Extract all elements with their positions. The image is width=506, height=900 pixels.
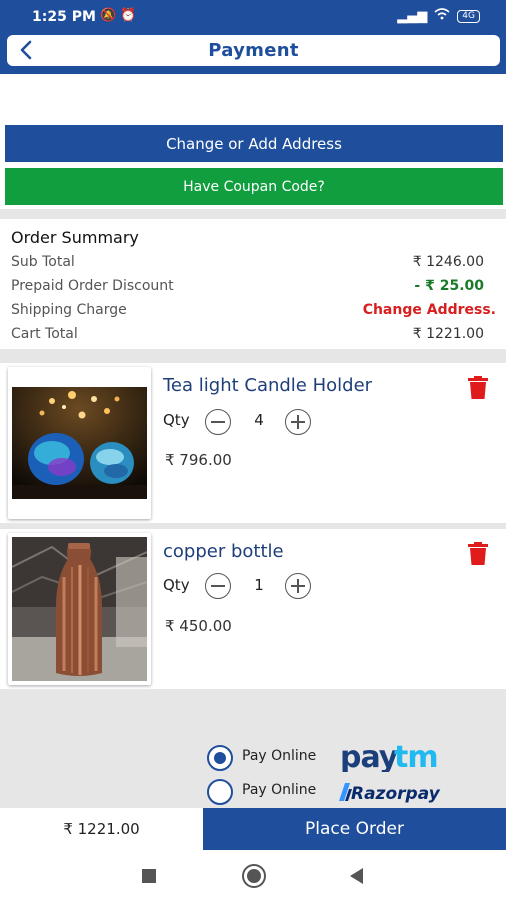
cart-item: Tea light Candle Holder Qty 4 ₹ 796.00 xyxy=(0,363,506,523)
footer-total: ₹ 1221.00 xyxy=(0,808,203,850)
decrease-qty-button[interactable] xyxy=(205,409,231,435)
paytm-logo: pay tm xyxy=(340,740,450,775)
status-indicators: ▂▄▆ 4G xyxy=(397,8,480,24)
order-summary-title: Order Summary xyxy=(11,228,139,247)
pay-option-razorpay[interactable]: Pay Online Razorpay xyxy=(207,779,467,805)
place-order-button[interactable]: Place Order xyxy=(203,808,506,850)
home-icon[interactable] xyxy=(242,864,266,888)
paytm-brand-tm: tm xyxy=(394,740,438,772)
system-nav-bar xyxy=(0,850,506,900)
qty-label: Qty xyxy=(163,411,190,429)
qty-value: 4 xyxy=(254,411,264,429)
app-bar: Payment xyxy=(0,34,506,74)
cart-item: copper bottle Qty 1 ₹ 450.00 xyxy=(0,529,506,689)
increase-qty-button[interactable] xyxy=(285,409,311,435)
summary-label: Prepaid Order Discount xyxy=(11,278,174,294)
product-price: ₹ 450.00 xyxy=(165,617,232,635)
radio-button[interactable] xyxy=(207,779,233,805)
delete-icon[interactable] xyxy=(467,376,489,402)
product-name: Tea light Candle Holder xyxy=(163,375,373,396)
summary-value: ₹ 1221.00 xyxy=(412,326,484,342)
razorpay-brand-text: Razorpay xyxy=(351,784,441,804)
radio-selected-dot xyxy=(214,752,226,764)
signal-icon: ▂▄▆ xyxy=(397,8,428,24)
discount-value: - ₹ 25.00 xyxy=(414,278,484,294)
pay-option-paytm[interactable]: Pay Online pay tm xyxy=(207,740,467,775)
razorpay-logo: Razorpay xyxy=(335,779,465,805)
summary-label: Shipping Charge xyxy=(11,302,127,318)
summary-value: ₹ 1246.00 xyxy=(412,254,484,270)
page-title: Payment xyxy=(208,40,299,61)
summary-row-shipping: Shipping Charge Change Address. xyxy=(11,302,496,322)
summary-label: Cart Total xyxy=(11,326,78,342)
divider xyxy=(0,349,506,363)
status-time: 1:25 PM xyxy=(32,9,96,25)
app-bar-card: Payment xyxy=(7,35,500,66)
battery-icon: 4G xyxy=(457,9,480,23)
recents-icon[interactable] xyxy=(142,869,156,883)
paytm-brand-pay: pay xyxy=(340,740,399,772)
wifi-icon xyxy=(434,8,450,24)
decrease-qty-button[interactable] xyxy=(205,573,231,599)
change-address-button[interactable]: Change or Add Address xyxy=(5,125,503,162)
product-image xyxy=(12,387,147,499)
radio-button[interactable] xyxy=(207,745,233,771)
change-address-link[interactable]: Change Address. xyxy=(363,302,496,318)
order-summary: Order Summary Sub Total ₹ 1246.00 Prepai… xyxy=(0,219,506,349)
product-name: copper bottle xyxy=(163,541,284,562)
alarm-icon: 🔕 ⏰ xyxy=(100,8,137,23)
summary-label: Sub Total xyxy=(11,254,75,270)
coupon-button[interactable]: Have Coupan Code? xyxy=(5,168,503,205)
qty-label: Qty xyxy=(163,576,190,594)
product-image xyxy=(12,537,147,681)
delete-icon[interactable] xyxy=(467,542,489,568)
increase-qty-button[interactable] xyxy=(285,573,311,599)
product-price: ₹ 796.00 xyxy=(165,451,232,469)
product-image-card[interactable] xyxy=(8,533,151,685)
status-bar: 1:25 PM 🔕 ⏰ ▂▄▆ 4G xyxy=(0,0,506,34)
summary-row-cart-total: Cart Total ₹ 1221.00 xyxy=(11,326,484,346)
pay-option-label: Pay Online xyxy=(242,782,317,798)
qty-value: 1 xyxy=(254,576,264,594)
product-image-card[interactable] xyxy=(8,367,151,519)
summary-row-subtotal: Sub Total ₹ 1246.00 xyxy=(11,254,484,274)
summary-row-discount: Prepaid Order Discount - ₹ 25.00 xyxy=(11,278,484,298)
back-icon[interactable] xyxy=(350,868,364,888)
divider xyxy=(0,209,506,219)
pay-option-label: Pay Online xyxy=(242,748,317,764)
